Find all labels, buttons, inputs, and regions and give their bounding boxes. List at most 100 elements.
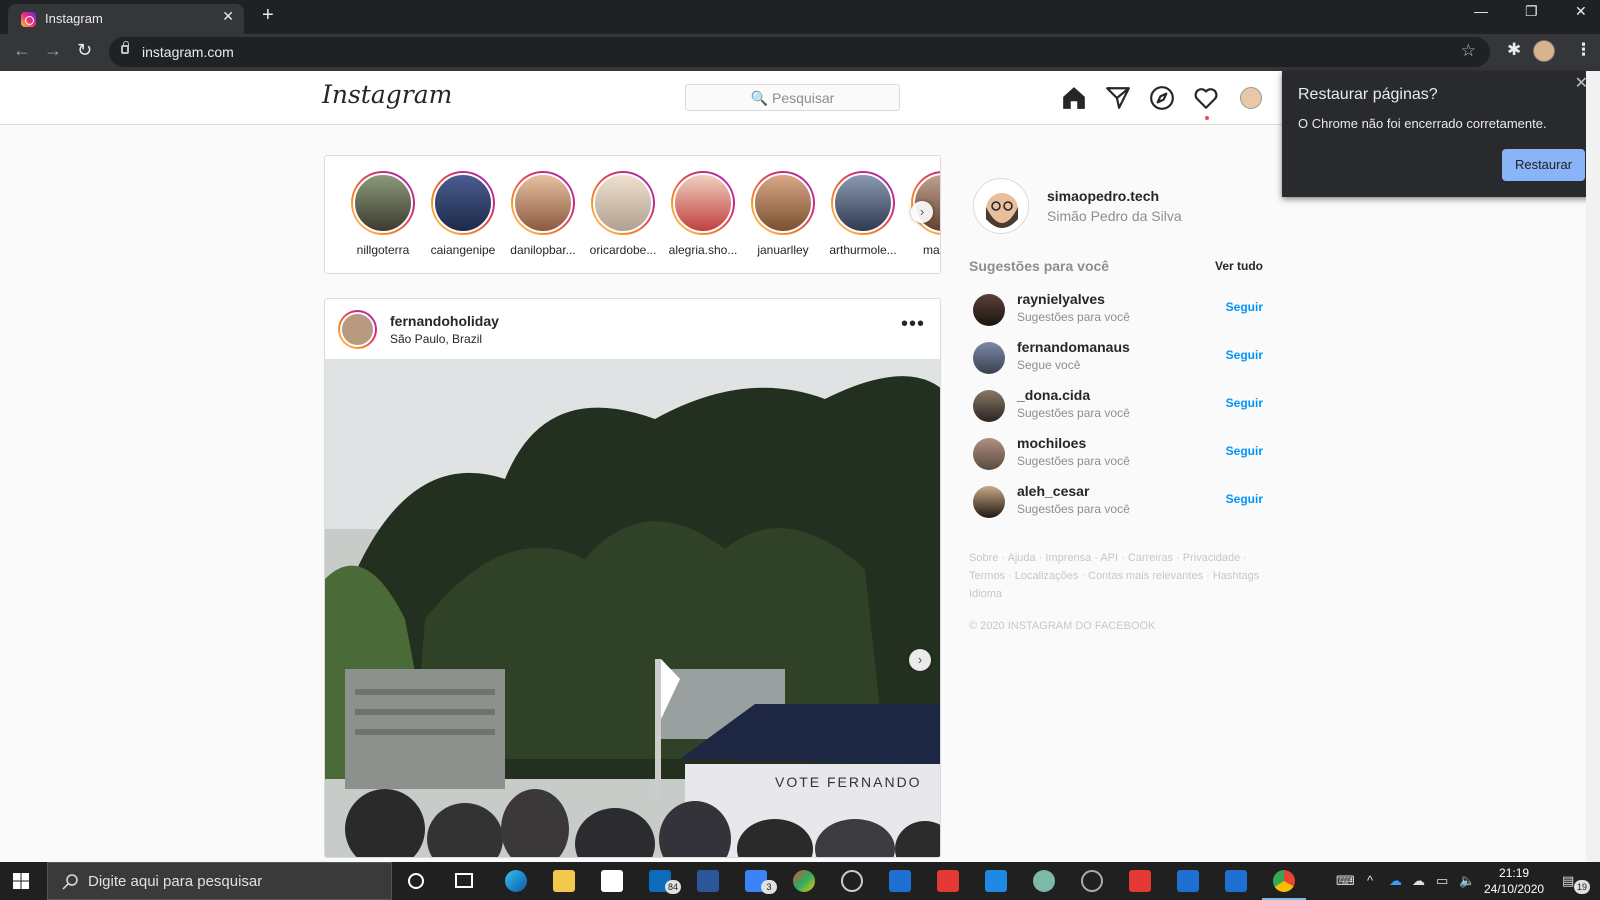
footer-link[interactable]: Privacidade [1183, 552, 1240, 564]
footer-link[interactable]: Ajuda [1007, 552, 1035, 564]
story-item[interactable]: januarlley [743, 171, 823, 257]
home-icon[interactable] [1061, 85, 1087, 111]
address-bar[interactable]: instagram.com ☆ [109, 37, 1490, 67]
follow-button[interactable]: Seguir [1226, 444, 1263, 458]
chrome-icon[interactable] [1273, 870, 1295, 892]
footer-link[interactable]: Idioma [969, 588, 1002, 600]
suggestion-username[interactable]: fernandomanaus [1017, 339, 1130, 355]
footer-link[interactable]: Hashtags [1213, 570, 1259, 582]
onedrive-icon[interactable]: ☁ [1389, 873, 1402, 889]
vscode-icon[interactable] [985, 870, 1007, 892]
keyboard-icon[interactable]: ⌨ [1336, 873, 1355, 889]
post-location[interactable]: São Paulo, Brazil [390, 332, 482, 346]
reload-icon[interactable]: ↻ [77, 40, 92, 61]
story-item[interactable]: danilopbar... [503, 171, 583, 257]
suggestion-username[interactable]: raynielyalves [1017, 291, 1105, 307]
volume-icon[interactable]: 🔈 [1459, 873, 1475, 889]
footer-link[interactable]: Sobre [969, 552, 998, 564]
explore-icon[interactable] [1149, 85, 1175, 111]
menu-icon[interactable]: ⋮ [1575, 40, 1592, 60]
search-input[interactable]: 🔍 Pesquisar [685, 84, 900, 111]
profile-icon[interactable] [1240, 87, 1262, 109]
close-window-button[interactable]: ✕ [1575, 3, 1587, 20]
follow-button[interactable]: Seguir [1226, 396, 1263, 410]
edge-icon[interactable] [505, 870, 527, 892]
suggestion-avatar[interactable] [973, 294, 1005, 326]
back-icon[interactable]: ← [13, 40, 31, 61]
tab-close-icon[interactable]: ✕ [222, 8, 234, 25]
clock[interactable]: 21:19 24/10/2020 [1484, 865, 1544, 897]
footer-link[interactable]: Localizações [1015, 570, 1079, 582]
popup-message: O Chrome não foi encerrado corretamente. [1298, 116, 1547, 131]
story-item[interactable]: oricardobe... [583, 171, 663, 257]
story-item[interactable]: arthurmole... [823, 171, 903, 257]
bookmark-star-icon[interactable]: ☆ [1461, 41, 1476, 61]
suggestion-avatar[interactable] [973, 342, 1005, 374]
story-item[interactable]: alegria.sho... [663, 171, 743, 257]
restore-pages-popup: Restaurar páginas? O Chrome não foi ence… [1282, 71, 1600, 197]
forward-icon[interactable]: → [44, 40, 62, 61]
z-app-icon[interactable] [1033, 870, 1055, 892]
network-icon[interactable]: ▭ [1436, 873, 1448, 889]
app-icon[interactable] [697, 870, 719, 892]
restore-button[interactable]: Restaurar [1502, 149, 1585, 181]
suggestion-reason: Sugestões para você [1017, 406, 1130, 420]
tab-instagram[interactable]: Instagram ✕ [8, 4, 244, 34]
recorder-icon[interactable] [937, 870, 959, 892]
notification-dot [1205, 116, 1209, 120]
post-avatar[interactable] [338, 310, 377, 349]
footer-link[interactable]: Contas mais relevantes [1088, 570, 1203, 582]
footer-link[interactable]: Termos [969, 570, 1005, 582]
instagram-logo[interactable]: Instagram [322, 80, 452, 109]
cortana-icon[interactable] [408, 873, 424, 889]
post-image[interactable]: VOTE FERNANDO › [325, 359, 940, 857]
windows-start-icon[interactable] [13, 873, 29, 889]
notifications-icon[interactable]: ▤ [1562, 873, 1574, 889]
settings-app-icon[interactable] [1081, 870, 1103, 892]
profile-avatar[interactable] [1533, 40, 1555, 62]
restore-window-button[interactable]: ❐ [1525, 3, 1538, 20]
cloud-icon[interactable]: ☁ [1412, 873, 1425, 889]
my-avatar[interactable] [973, 178, 1029, 234]
uipath-icon[interactable] [889, 870, 911, 892]
suggestion-username[interactable]: mochiloes [1017, 435, 1086, 451]
suggestion-avatar[interactable] [973, 438, 1005, 470]
story-item[interactable]: nillgoterra [343, 171, 423, 257]
my-username[interactable]: simaopedro.tech [1047, 188, 1159, 204]
direct-icon[interactable] [1105, 85, 1131, 111]
post-username[interactable]: fernandoholiday [390, 313, 499, 329]
anydesk-icon[interactable] [1129, 870, 1151, 892]
extensions-icon[interactable]: ✱ [1507, 40, 1521, 60]
new-tab-button[interactable]: + [262, 4, 274, 27]
suggestion-row: raynielyalves Sugestões para você Seguir [969, 290, 1263, 330]
footer-link[interactable]: Imprensa [1045, 552, 1091, 564]
story-item[interactable]: caiangenipe [423, 171, 503, 257]
suggestion-avatar[interactable] [973, 390, 1005, 422]
tray-chevron-icon[interactable]: ^ [1367, 873, 1373, 888]
instagram-favicon-icon [21, 12, 36, 27]
suggestion-username[interactable]: _dona.cida [1017, 387, 1090, 403]
task-view-icon[interactable] [455, 873, 473, 888]
follow-button[interactable]: Seguir [1226, 492, 1263, 506]
uipath-studio-icon[interactable] [1177, 870, 1199, 892]
follow-button[interactable]: Seguir [1226, 300, 1263, 314]
post-next-button[interactable]: › [909, 649, 931, 671]
follow-button[interactable]: Seguir [1226, 348, 1263, 362]
chromium-icon[interactable] [793, 870, 815, 892]
page-scrollbar[interactable] [1586, 71, 1600, 862]
more-options-icon[interactable]: ••• [901, 313, 925, 336]
suggestion-username[interactable]: aleh_cesar [1017, 483, 1089, 499]
store-icon[interactable] [601, 870, 623, 892]
lock-icon[interactable] [121, 41, 129, 54]
file-explorer-icon[interactable] [553, 870, 575, 892]
taskbar-search-input[interactable]: Digite aqui para pesquisar [47, 862, 392, 900]
footer-link[interactable]: API [1100, 552, 1118, 564]
see-all-link[interactable]: Ver tudo [1215, 259, 1263, 273]
obs-icon[interactable] [841, 870, 863, 892]
uipath-robot-icon[interactable] [1225, 870, 1247, 892]
footer-link[interactable]: Carreiras [1128, 552, 1173, 564]
stories-next-button[interactable]: › [911, 201, 933, 223]
minimize-button[interactable]: — [1474, 3, 1488, 19]
suggestion-avatar[interactable] [973, 486, 1005, 518]
heart-icon[interactable] [1193, 85, 1219, 111]
